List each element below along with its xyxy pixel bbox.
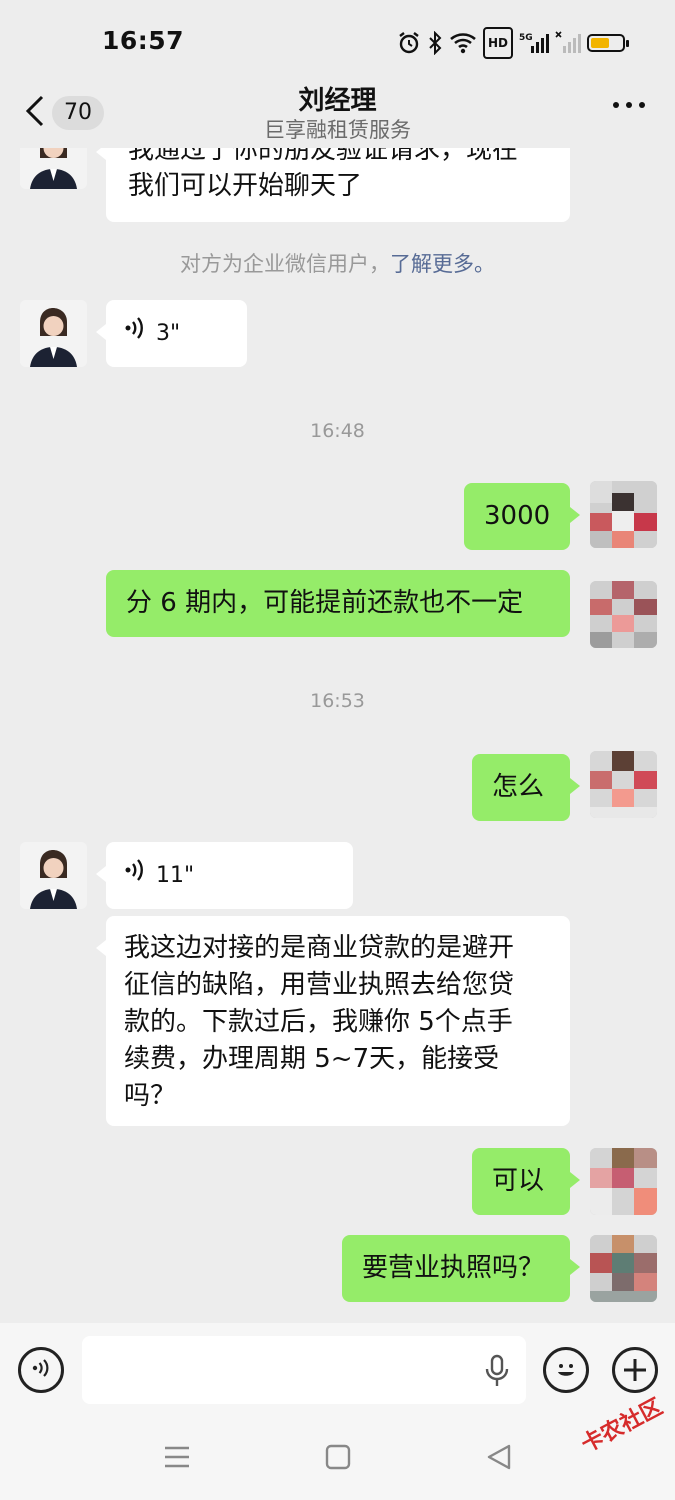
voice-wave-icon bbox=[30, 1357, 52, 1383]
message-bubble-sent[interactable]: 要营业执照吗？ bbox=[342, 1235, 580, 1302]
my-avatar[interactable] bbox=[590, 481, 657, 548]
voice-input-button[interactable] bbox=[18, 1347, 64, 1393]
nav-home-icon[interactable] bbox=[325, 1444, 351, 1474]
learn-more-link[interactable]: 了解更多。 bbox=[390, 252, 495, 276]
chat-message-list: 我通过了你的朋友验证请求，现在 我们可以开始聊天了 对方为企业微信用户，了解更多… bbox=[0, 148, 675, 1323]
contact-name: 刘经理 bbox=[298, 86, 377, 116]
my-avatar[interactable] bbox=[590, 751, 657, 818]
nav-menu-icon[interactable] bbox=[164, 1444, 190, 1474]
signal-icon: 5G bbox=[519, 29, 549, 57]
timestamp: 16:48 bbox=[310, 420, 365, 442]
status-icons: HD 5G bbox=[397, 27, 629, 59]
status-bar: 16:57 HD 5G bbox=[0, 0, 675, 80]
voice-wave-icon bbox=[124, 316, 146, 352]
notice-text: 对方为企业微信用户， bbox=[180, 252, 390, 276]
voice-message-bubble[interactable]: 3" bbox=[96, 300, 247, 367]
message-input-bar bbox=[0, 1323, 675, 1418]
timestamp: 16:53 bbox=[310, 690, 365, 712]
my-avatar[interactable] bbox=[590, 581, 657, 648]
wifi-icon bbox=[449, 29, 477, 57]
nav-back-icon[interactable] bbox=[486, 1444, 512, 1474]
message-bubble-sent[interactable]: 分 6 期内，可能提前还款也不一定 bbox=[106, 570, 570, 637]
signal-2-icon bbox=[555, 29, 581, 57]
my-avatar[interactable] bbox=[590, 1148, 657, 1215]
status-time: 16:57 bbox=[102, 26, 185, 55]
voice-duration: 3" bbox=[156, 320, 181, 346]
more-dots-icon[interactable] bbox=[613, 102, 645, 108]
message-bubble-sent[interactable]: 3000 bbox=[464, 483, 580, 550]
voice-wave-icon bbox=[124, 858, 146, 894]
enterprise-notice: 对方为企业微信用户，了解更多。 bbox=[0, 248, 675, 278]
message-line: 征信的缺陷，用营业执照去给您贷 bbox=[124, 970, 515, 1000]
svg-text:5G: 5G bbox=[519, 33, 533, 43]
chat-header: 70 刘经理 巨享融租赁服务 bbox=[0, 80, 675, 148]
voice-message-bubble[interactable]: 11" bbox=[96, 842, 353, 909]
hd-badge: HD bbox=[482, 27, 513, 59]
message-bubble-sent[interactable]: 怎么 bbox=[472, 754, 580, 821]
plus-icon[interactable] bbox=[612, 1347, 658, 1393]
battery-icon bbox=[587, 29, 629, 57]
message-bubble-received[interactable]: 我通过了你的朋友验证请求，现在 我们可以开始聊天了 bbox=[96, 148, 570, 222]
voice-duration: 11" bbox=[156, 862, 195, 888]
message-input[interactable] bbox=[82, 1336, 526, 1404]
my-avatar[interactable] bbox=[590, 1235, 657, 1302]
contact-avatar[interactable] bbox=[20, 842, 87, 909]
message-line: 我通过了你的朋友验证请求，现在 bbox=[128, 148, 519, 165]
message-line: 吗？ bbox=[124, 1081, 177, 1111]
emoji-icon[interactable] bbox=[543, 1347, 589, 1393]
contact-avatar[interactable] bbox=[20, 148, 87, 189]
message-bubble-sent[interactable]: 可以 bbox=[472, 1148, 580, 1215]
message-line: 我们可以开始聊天了 bbox=[128, 171, 363, 201]
message-line: 续费，办理周期 5~7天，能接受 bbox=[124, 1044, 500, 1074]
contact-avatar[interactable] bbox=[20, 300, 87, 367]
contact-company: 巨享融租赁服务 bbox=[264, 118, 411, 142]
alarm-icon bbox=[397, 29, 421, 57]
message-line: 我这边对接的是商业贷款的是避开 bbox=[124, 933, 515, 963]
mic-icon[interactable] bbox=[484, 1354, 510, 1392]
bluetooth-icon bbox=[427, 29, 443, 57]
message-bubble-received[interactable]: 我这边对接的是商业贷款的是避开 征信的缺陷，用营业执照去给您贷 款的。下款过后，… bbox=[96, 916, 570, 1126]
message-line: 款的。下款过后，我赚你 5个点手 bbox=[124, 1007, 513, 1037]
